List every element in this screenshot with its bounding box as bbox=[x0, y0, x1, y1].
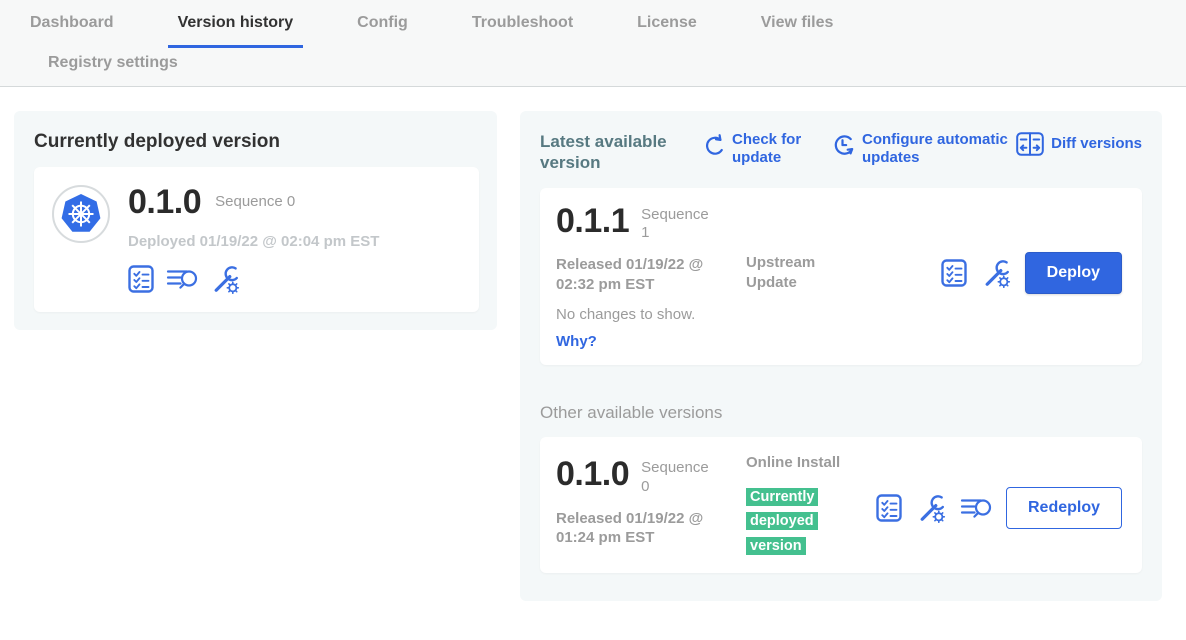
why-link[interactable]: Why? bbox=[556, 333, 597, 350]
other-version-number: 0.1.0 bbox=[556, 457, 629, 491]
diff-versions-link[interactable]: Diff versions bbox=[1016, 131, 1142, 156]
tab-config[interactable]: Config bbox=[347, 14, 418, 48]
currently-deployed-card: 0.1.0 Sequence 0 Deployed 01/19/22 @ 02:… bbox=[34, 167, 479, 312]
config-icon[interactable] bbox=[916, 493, 946, 523]
latest-actions: Deploy bbox=[941, 252, 1122, 294]
preflight-checks-icon[interactable] bbox=[941, 259, 967, 287]
latest-sequence-label: Sequence 1 bbox=[641, 206, 713, 244]
tab-troubleshoot[interactable]: Troubleshoot bbox=[462, 14, 583, 48]
latest-version-number: 0.1.1 bbox=[556, 204, 629, 238]
latest-version-card: 0.1.1 Sequence 1 Released 01/19/22 @ 02:… bbox=[540, 188, 1142, 366]
version-row: 0.1.0 Sequence 0 bbox=[556, 457, 746, 497]
other-versions-title: Other available versions bbox=[540, 403, 1142, 423]
other-source-block: Online Install Currently deployed versio… bbox=[746, 453, 854, 559]
diff-versions-label: Diff versions bbox=[1051, 135, 1142, 153]
tab-license[interactable]: License bbox=[627, 14, 707, 48]
currently-deployed-panel: Currently deployed version 0.1.0 Sequenc… bbox=[14, 111, 497, 330]
configure-auto-updates-label: Configure automatic updates bbox=[862, 131, 1015, 167]
latest-available-panel: Latest available version Check for updat… bbox=[520, 111, 1162, 601]
preflight-checks-icon[interactable] bbox=[128, 265, 154, 293]
version-row: 0.1.0 Sequence 0 bbox=[128, 185, 379, 219]
currently-deployed-title: Currently deployed version bbox=[34, 131, 479, 153]
latest-version-row: 0.1.1 Sequence 1 Released 01/19/22 @ 02:… bbox=[556, 204, 1122, 295]
deploy-button[interactable]: Deploy bbox=[1025, 252, 1122, 294]
latest-source-label: Upstream Update bbox=[746, 253, 846, 292]
deploy-logs-icon[interactable] bbox=[166, 266, 198, 292]
deployed-info: 0.1.0 Sequence 0 Deployed 01/19/22 @ 02:… bbox=[128, 185, 379, 294]
no-changes-note: No changes to show. bbox=[556, 306, 1122, 323]
tab-version-history[interactable]: Version history bbox=[168, 14, 304, 48]
schedule-update-icon bbox=[830, 132, 855, 157]
version-row: 0.1.1 Sequence 1 bbox=[556, 204, 746, 244]
deployed-icon-row bbox=[128, 264, 379, 294]
other-released-timestamp: Released 01/19/22 @ 01:24 pm EST bbox=[556, 509, 716, 548]
currently-deployed-badge-wrap: Currently deployed version bbox=[746, 485, 824, 559]
nav-row-2: Registry settings bbox=[38, 54, 1186, 86]
other-sequence-label: Sequence 0 bbox=[641, 459, 713, 497]
other-actions: Redeploy bbox=[876, 487, 1122, 529]
deployed-timestamp: Deployed 01/19/22 @ 02:04 pm EST bbox=[128, 233, 379, 250]
refresh-icon bbox=[702, 132, 725, 155]
other-version-row: 0.1.0 Sequence 0 Released 01/19/22 @ 01:… bbox=[556, 453, 1122, 559]
page-content: Currently deployed version 0.1.0 Sequenc… bbox=[0, 87, 1186, 601]
kubernetes-logo bbox=[57, 190, 105, 238]
tab-dashboard[interactable]: Dashboard bbox=[20, 14, 124, 48]
latest-released-timestamp: Released 01/19/22 @ 02:32 pm EST bbox=[556, 255, 716, 294]
redeploy-button[interactable]: Redeploy bbox=[1006, 487, 1122, 529]
diff-icon bbox=[1016, 132, 1044, 156]
configure-auto-updates-link[interactable]: Configure automatic updates bbox=[830, 131, 1015, 167]
latest-version-main: 0.1.1 Sequence 1 Released 01/19/22 @ 02:… bbox=[556, 204, 746, 295]
other-source-label: Online Install bbox=[746, 453, 846, 473]
config-icon[interactable] bbox=[210, 264, 240, 294]
deploy-logs-icon[interactable] bbox=[960, 495, 992, 521]
other-version-card: 0.1.0 Sequence 0 Released 01/19/22 @ 01:… bbox=[540, 437, 1142, 573]
currently-deployed-badge: Currently deployed version bbox=[746, 488, 818, 556]
config-icon[interactable] bbox=[981, 258, 1011, 288]
preflight-checks-icon[interactable] bbox=[876, 494, 902, 522]
deployed-version-number: 0.1.0 bbox=[128, 185, 201, 219]
tab-registry-settings[interactable]: Registry settings bbox=[38, 54, 188, 72]
check-for-update-link[interactable]: Check for update bbox=[702, 131, 812, 167]
latest-available-title: Latest available version bbox=[540, 131, 680, 174]
nav-row-1: Dashboard Version history Config Trouble… bbox=[20, 14, 1186, 48]
check-for-update-label: Check for update bbox=[732, 131, 812, 167]
top-navigation: Dashboard Version history Config Trouble… bbox=[0, 0, 1186, 87]
other-version-main: 0.1.0 Sequence 0 Released 01/19/22 @ 01:… bbox=[556, 457, 746, 559]
app-logo bbox=[52, 185, 110, 243]
deployed-sequence-label: Sequence 0 bbox=[215, 193, 295, 211]
tab-view-files[interactable]: View files bbox=[751, 14, 844, 48]
latest-header: Latest available version Check for updat… bbox=[540, 131, 1142, 174]
